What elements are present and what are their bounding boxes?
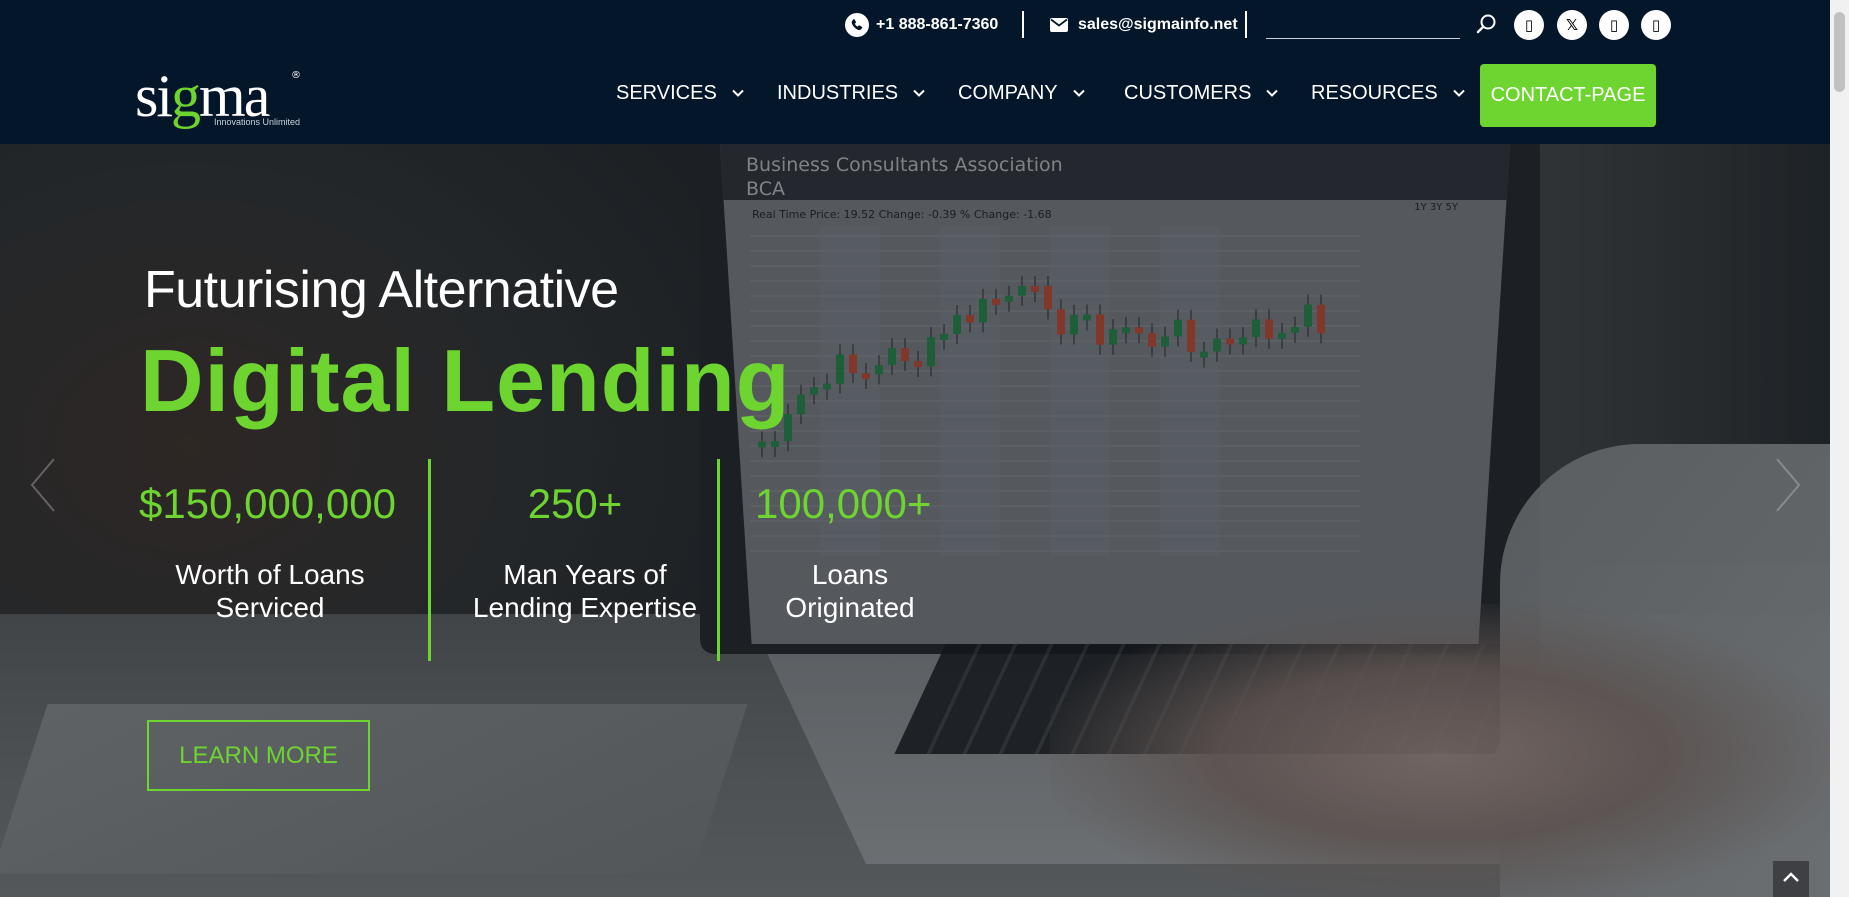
hero-heading-line2: Digital Lending	[140, 331, 791, 430]
youtube-icon[interactable]: ▯	[1641, 10, 1671, 40]
nav-item-customers[interactable]: CUSTOMERS	[1124, 62, 1279, 124]
email-link[interactable]: sales@sigmainfo.net	[1047, 10, 1238, 40]
search-input[interactable]	[1266, 13, 1460, 39]
stat-value-loans-worth: $150,000,000	[139, 480, 396, 527]
hero-heading-line1: Futurising Alternative	[144, 261, 619, 319]
contact-page-button[interactable]: CONTACT-PAGE	[1480, 64, 1656, 127]
chevron-down-icon	[731, 86, 745, 100]
linkedin-icon[interactable]: ▯	[1599, 10, 1629, 40]
sigma-logo[interactable]: sigma ® Innovations Unlimited	[135, 66, 305, 141]
phone-number: +1 888-861-7360	[876, 16, 999, 33]
stat-value-man-years: 250+	[527, 480, 623, 527]
stat-divider	[717, 459, 720, 661]
stat-divider	[428, 459, 431, 661]
stat-value-loans-originated: 100,000+	[755, 480, 932, 527]
logo-registered-mark: ®	[291, 70, 301, 81]
logo-tagline: Innovations Unlimited	[214, 117, 301, 127]
learn-more-button[interactable]: LEARN MORE	[147, 720, 370, 791]
scrollbar-thumb[interactable]	[1834, 12, 1845, 92]
stat-label-loans-originated: Loans Originated	[785, 559, 915, 623]
chevron-down-icon	[1072, 86, 1086, 100]
chevron-right-icon[interactable]	[1773, 455, 1803, 515]
chevron-left-icon[interactable]	[28, 455, 58, 515]
facebook-icon[interactable]: ▯	[1514, 10, 1544, 40]
nav-item-industries[interactable]: INDUSTRIES	[777, 62, 926, 124]
topbar-divider	[1022, 11, 1024, 38]
chevron-down-icon	[1265, 86, 1279, 100]
scroll-to-top-button[interactable]	[1773, 861, 1809, 897]
page-scrollbar[interactable]	[1830, 0, 1849, 897]
nav-item-resources[interactable]: RESOURCES	[1311, 62, 1466, 124]
x-twitter-icon[interactable]: 𝕏	[1557, 10, 1587, 40]
phone-icon	[845, 13, 869, 37]
search-icon[interactable]	[1474, 12, 1498, 36]
site-header: +1 888-861-7360 sales@sigmainfo.net ▯ 𝕏 …	[0, 0, 1830, 144]
chevron-down-icon	[912, 86, 926, 100]
email-address: sales@sigmainfo.net	[1078, 16, 1238, 33]
nav-item-services[interactable]: SERVICES	[616, 62, 745, 124]
phone-link[interactable]: +1 888-861-7360	[845, 10, 998, 40]
chevron-up-icon	[1782, 870, 1800, 888]
stat-label-man-years: Man Years of Lending Expertise	[472, 559, 698, 623]
stat-label-loans-worth: Worth of Loans Serviced	[175, 559, 365, 623]
chevron-down-icon	[1452, 86, 1466, 100]
envelope-icon	[1047, 13, 1071, 37]
topbar-divider	[1245, 11, 1247, 38]
nav-item-company[interactable]: COMPANY	[958, 62, 1086, 124]
